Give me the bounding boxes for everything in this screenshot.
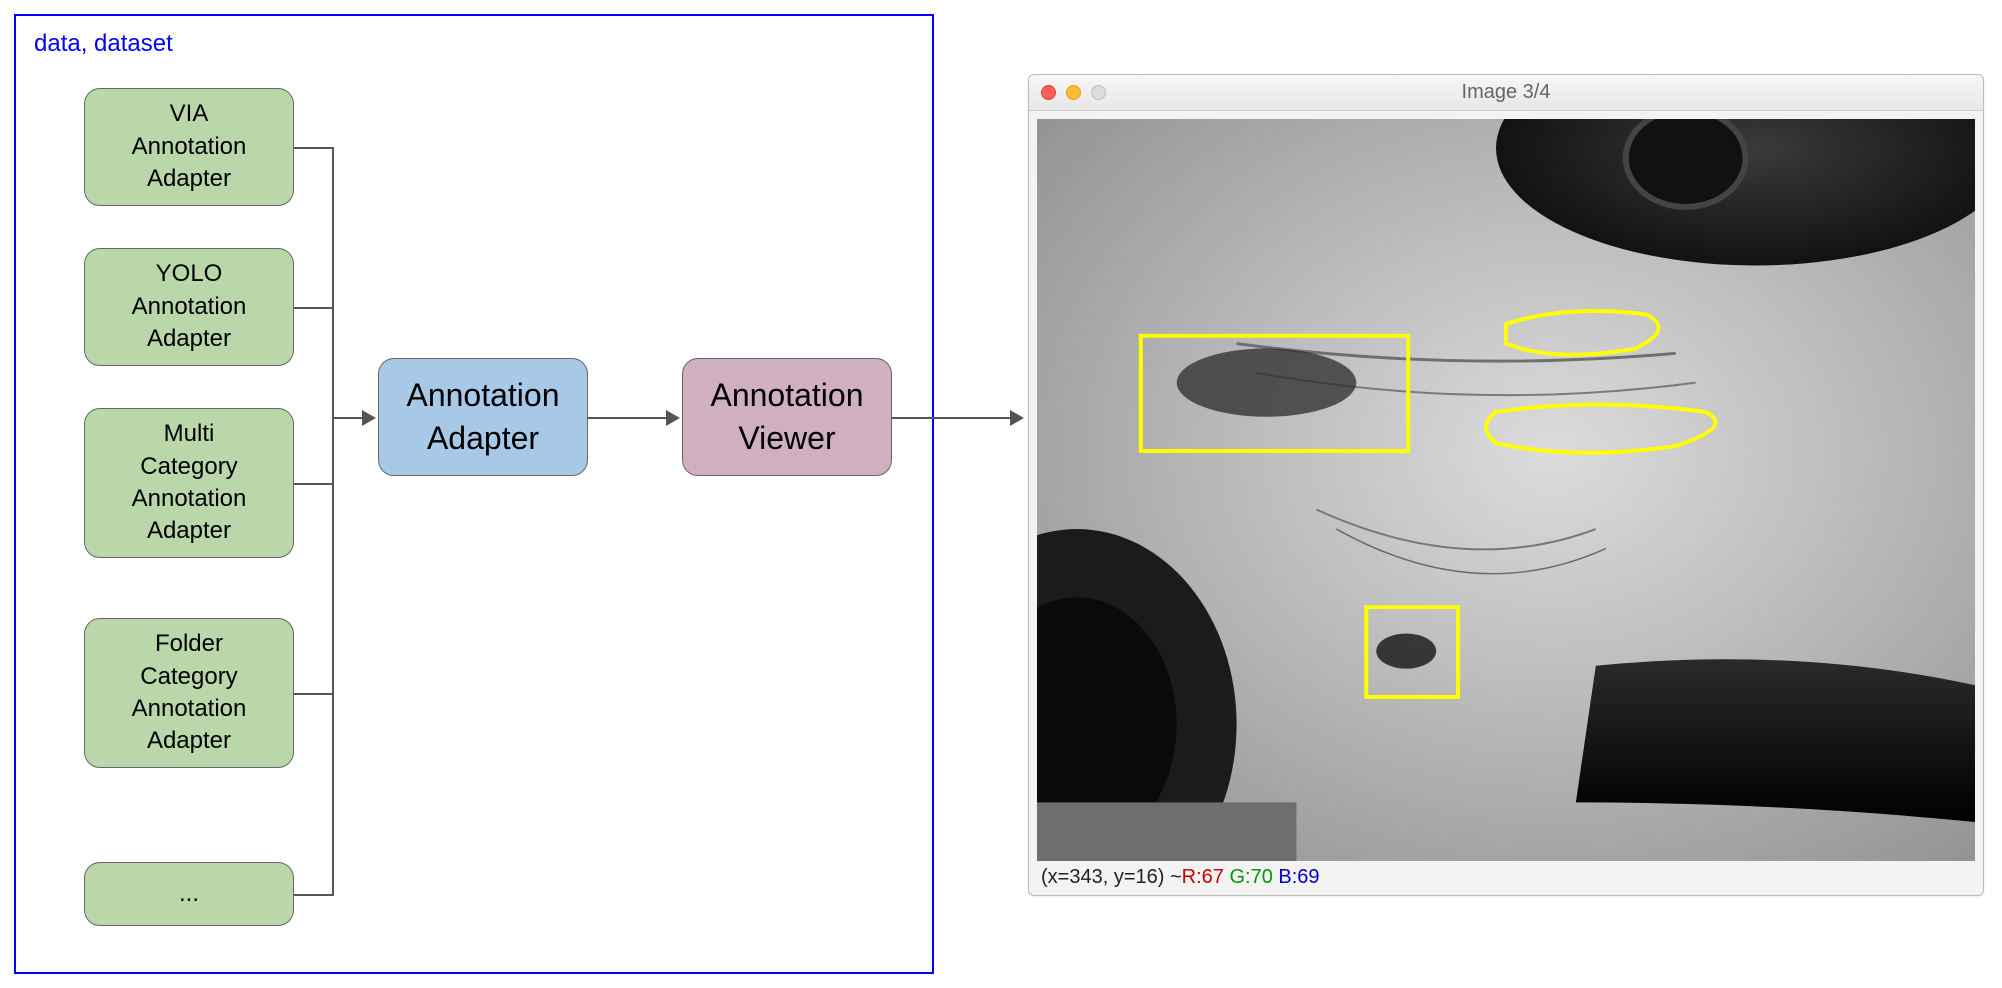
annotation-viewer-box: Annotation Viewer xyxy=(682,358,892,476)
status-b: B:69 xyxy=(1278,866,1319,889)
connector-adapter-to-viewer xyxy=(588,417,668,419)
annotation-viewer-label: Annotation Viewer xyxy=(710,374,863,460)
connector-line xyxy=(294,483,334,485)
adapter-multi: Multi Category Annotation Adapter xyxy=(84,408,294,558)
annotation-adapter-box: Annotation Adapter xyxy=(378,358,588,476)
connector-viewer-to-output xyxy=(892,417,1012,419)
adapter-more-label: ... xyxy=(179,878,199,910)
minimize-icon[interactable] xyxy=(1066,85,1081,100)
close-icon[interactable] xyxy=(1041,85,1056,100)
window-titlebar: Image 3/4 xyxy=(1029,75,1983,111)
window-statusbar: (x=343, y=16) ~ R:67 G:70 B:69 xyxy=(1037,865,1975,889)
adapter-folder-label: Folder Category Annotation Adapter xyxy=(132,628,247,758)
annotation-adapter-label: Annotation Adapter xyxy=(406,374,559,460)
status-r: R:67 xyxy=(1182,866,1224,889)
maximize-icon xyxy=(1091,85,1106,100)
adapter-yolo-label: YOLO Annotation Adapter xyxy=(132,258,247,355)
output-window: Image 3/4 xyxy=(1028,74,1984,896)
car-damage-image xyxy=(1037,119,1975,861)
adapter-folder: Folder Category Annotation Adapter xyxy=(84,618,294,768)
status-coords: (x=343, y=16) ~ xyxy=(1041,866,1182,889)
connector-line xyxy=(294,693,334,695)
arrow-head-icon xyxy=(1010,410,1024,426)
connector-line xyxy=(294,894,334,896)
adapter-via-label: VIA Annotation Adapter xyxy=(132,98,247,195)
adapter-yolo: YOLO Annotation Adapter xyxy=(84,248,294,366)
adapter-via: VIA Annotation Adapter xyxy=(84,88,294,206)
container-label: data, dataset xyxy=(34,30,173,58)
window-title: Image 3/4 xyxy=(1462,81,1551,104)
connector-to-adapter xyxy=(332,417,364,419)
connector-line xyxy=(294,147,334,149)
connector-line xyxy=(294,307,334,309)
status-g: G:70 xyxy=(1229,866,1272,889)
window-traffic-lights xyxy=(1041,85,1106,100)
image-area xyxy=(1037,119,1975,861)
arrow-head-icon xyxy=(362,410,376,426)
arrow-head-icon xyxy=(666,410,680,426)
adapter-more: ... xyxy=(84,862,294,926)
connector-bus xyxy=(332,147,334,896)
adapter-multi-label: Multi Category Annotation Adapter xyxy=(132,418,247,548)
